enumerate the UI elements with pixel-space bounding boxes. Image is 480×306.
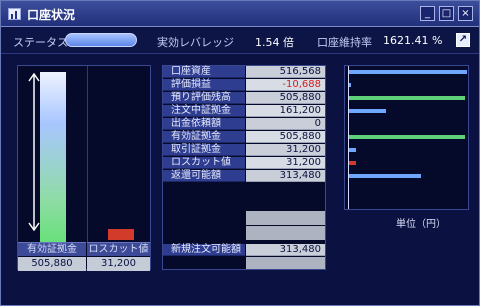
row-label: 預り評価残高 [163, 92, 245, 104]
margin-chart: 有効証拠金 ロスカット値 505,880 31,200 [17, 65, 151, 271]
value-bar [349, 148, 357, 152]
leverage-label: 実効レバレッジ [157, 36, 234, 49]
leverage-value: 1.54 倍 [255, 36, 294, 49]
row-label: 有効証拠金 [163, 131, 245, 143]
table-spacer [163, 186, 245, 228]
row-value: -10,688 [246, 79, 325, 91]
window-title: 口座状況 [27, 8, 76, 22]
status-indicator [65, 33, 137, 47]
table-row: 評価損益 -10,688 [163, 79, 325, 91]
effective-margin-bar [40, 72, 66, 242]
losscut-label: ロスカット値 [87, 242, 150, 256]
row-value: 516,568 [246, 66, 325, 78]
value-bar [349, 83, 352, 87]
account-summary-table: 口座資産 516,568 評価損益 -10,688 預り評価残高 505,880… [162, 65, 326, 270]
row-value: 505,880 [246, 92, 325, 104]
popout-icon[interactable]: ↗ [456, 33, 470, 47]
value-bar [349, 96, 465, 100]
row-label: ロスカット値 [163, 157, 245, 169]
table-row: 注文中証拠金 161,200 [163, 105, 325, 117]
account-status-window: 口座状況 _ □ × ステータス 実効レバレッジ 1.54 倍 口座維持率 16… [0, 0, 480, 306]
close-button[interactable]: × [458, 6, 473, 21]
row-label: 口座資産 [163, 66, 245, 78]
table-row: 預り評価残高 505,880 [163, 92, 325, 104]
table-spacer [246, 211, 325, 225]
value-bar [349, 174, 421, 178]
title-bar[interactable]: 口座状況 _ □ × [1, 1, 479, 27]
table-spacer [246, 257, 325, 269]
table-row: ロスカット値 31,200 [163, 157, 325, 169]
table-row: 有効証拠金 505,880 [163, 131, 325, 143]
row-value: 505,880 [246, 131, 325, 143]
value-bar [349, 109, 386, 113]
status-bar: ステータス 実効レバレッジ 1.54 倍 口座維持率 1621.41 % ↗ [1, 28, 479, 54]
row-value: 31,200 [246, 144, 325, 156]
maintenance-rate-label: 口座維持率 [317, 36, 372, 49]
maximize-button[interactable]: □ [439, 6, 454, 21]
row-label: 返還可能額 [163, 170, 245, 182]
value-bar [349, 70, 467, 74]
losscut-value: 31,200 [87, 257, 150, 271]
table-row: 出金依頼額 0 [163, 118, 325, 130]
value-bar-chart [344, 65, 469, 210]
row-value: 313,480 [246, 170, 325, 182]
minimize-button[interactable]: _ [420, 6, 435, 21]
row-label: 出金依頼額 [163, 118, 245, 130]
new-order-label: 新規注文可能額 [163, 244, 245, 256]
row-value: 31,200 [246, 157, 325, 169]
row-value: 0 [246, 118, 325, 130]
value-bar [349, 135, 465, 139]
value-bar [349, 161, 357, 165]
row-value: 161,200 [246, 105, 325, 117]
chart-icon [8, 8, 21, 20]
table-row: 口座資産 516,568 [163, 66, 325, 78]
unit-label: 単位（円） [396, 219, 446, 230]
range-arrow-icon [28, 72, 40, 232]
losscut-bar [108, 229, 134, 240]
new-order-value: 313,480 [246, 244, 325, 256]
table-row: 返還可能額 313,480 [163, 170, 325, 182]
table-row: 取引証拠金 31,200 [163, 144, 325, 156]
table-spacer [246, 226, 325, 240]
table-row: 新規注文可能額 313,480 [163, 244, 325, 256]
effective-margin-value: 505,880 [18, 257, 86, 271]
effective-margin-label: 有効証拠金 [18, 242, 86, 256]
maintenance-rate-value: 1621.41 % [383, 34, 443, 47]
row-label: 評価損益 [163, 79, 245, 91]
chart-divider [87, 66, 88, 242]
status-label: ステータス [13, 36, 68, 49]
row-label: 注文中証拠金 [163, 105, 245, 117]
row-label: 取引証拠金 [163, 144, 245, 156]
